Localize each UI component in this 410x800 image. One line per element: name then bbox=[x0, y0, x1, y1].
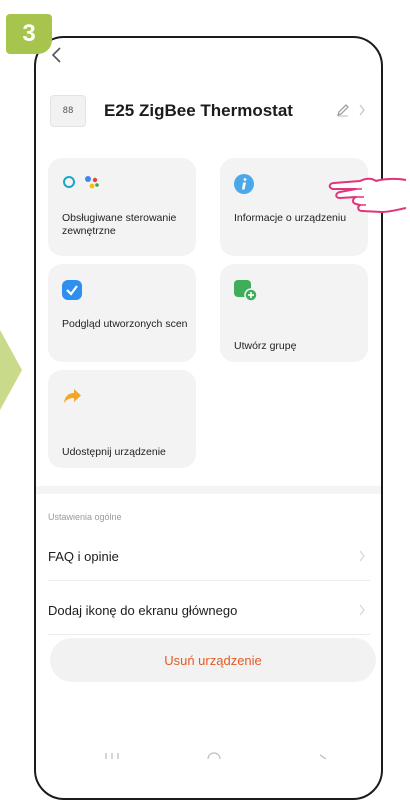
tile-external-control[interactable]: Obsługiwane sterowanie zewnętrzne bbox=[48, 158, 196, 256]
bottom-navigation-bar bbox=[36, 746, 381, 766]
phone-frame: 88 E25 ZigBee Thermostat Obsługiwane ste… bbox=[34, 36, 383, 800]
nav-menu-icon[interactable] bbox=[105, 753, 119, 759]
settings-item-add-home-icon[interactable]: Dodaj ikonę do ekranu głównego bbox=[48, 590, 368, 630]
tile-label: Obsługiwane sterowanie zewnętrzne bbox=[62, 212, 177, 237]
share-arrow-icon bbox=[62, 386, 82, 411]
section-separator bbox=[36, 486, 381, 494]
chevron-right-icon bbox=[358, 550, 366, 565]
nav-back-icon[interactable] bbox=[319, 754, 327, 760]
info-icon bbox=[234, 174, 254, 199]
divider bbox=[48, 580, 370, 581]
device-thumbnail-text: 88 bbox=[62, 106, 74, 116]
step-number: 3 bbox=[22, 20, 36, 47]
delete-device-button[interactable]: Usuń urządzenie bbox=[50, 638, 376, 682]
settings-item-faq[interactable]: FAQ i opinie bbox=[48, 536, 368, 576]
tile-scenes-preview[interactable]: Podgląd utworzonych scen bbox=[48, 264, 196, 362]
device-title: E25 ZigBee Thermostat bbox=[104, 101, 293, 120]
tile-label: Utwórz grupę bbox=[234, 340, 297, 352]
side-arrow-decoration bbox=[0, 330, 22, 410]
add-group-icon bbox=[234, 280, 258, 307]
tile-label: Udostępnij urządzenie bbox=[62, 446, 166, 458]
step-number-badge: 3 bbox=[6, 14, 52, 54]
section-title: Ustawienia ogólne bbox=[48, 512, 122, 522]
nav-home-icon[interactable] bbox=[207, 752, 221, 766]
tile-create-group[interactable]: Utwórz grupę bbox=[220, 264, 368, 362]
chevron-right-icon bbox=[358, 604, 366, 619]
pointing-hand-icon bbox=[326, 172, 410, 233]
tile-share-device[interactable]: Udostępnij urządzenie bbox=[48, 370, 196, 468]
device-thumbnail: 88 bbox=[50, 95, 86, 127]
tile-label: Podgląd utworzonych scen bbox=[62, 318, 188, 330]
edit-pencil-icon[interactable] bbox=[336, 103, 350, 122]
external-control-icons bbox=[62, 174, 104, 195]
chevron-right-icon[interactable] bbox=[358, 103, 366, 122]
back-chevron-icon[interactable] bbox=[50, 46, 62, 69]
check-badge-icon bbox=[62, 280, 82, 305]
settings-item-label: FAQ i opinie bbox=[48, 548, 119, 564]
device-header: 88 E25 ZigBee Thermostat bbox=[50, 93, 370, 129]
divider bbox=[48, 634, 370, 635]
settings-item-label: Dodaj ikonę do ekranu głównego bbox=[48, 602, 238, 618]
